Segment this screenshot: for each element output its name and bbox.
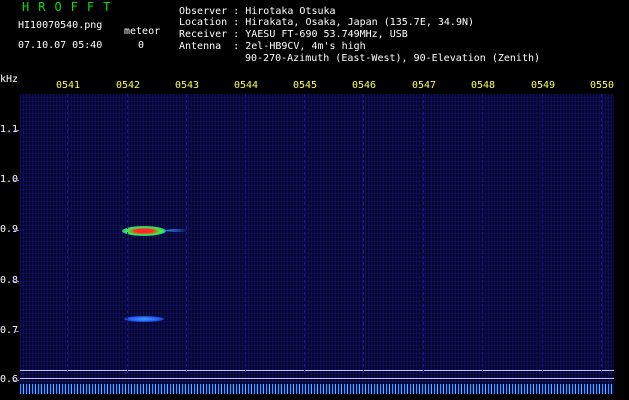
app-title: HROFFT (22, 0, 120, 14)
freq-tick-mark (14, 180, 19, 181)
location-label: Location : (179, 17, 246, 28)
time-tick: 0549 (531, 80, 556, 91)
freq-tick-mark (14, 380, 19, 381)
observer-value: Hirotaka Otsuka (245, 6, 336, 17)
time-tick: 0545 (293, 80, 318, 91)
time-gridline (67, 94, 68, 374)
observer-row: Observer : Hirotaka Otsuka (179, 6, 336, 17)
filename: HI10070540.png (18, 20, 103, 31)
time-tick: 0546 (352, 80, 377, 91)
receiver-row: Receiver : YAESU FT-690 53.749MHz, USB (179, 29, 408, 40)
time-tick: 0541 (56, 80, 81, 91)
location-value: Hirakata, Osaka, Japan (135.7E, 34.9N) (245, 17, 475, 28)
time-gridline (186, 94, 187, 374)
time-gridline (245, 94, 246, 374)
time-tick: 0547 (412, 80, 437, 91)
freq-tick-mark (14, 230, 19, 231)
datetime: 07.10.07 05:40 (18, 40, 103, 51)
reference-line (20, 378, 614, 379)
noise-band (20, 384, 614, 394)
time-gridline (304, 94, 305, 374)
time-tick: 0542 (116, 80, 141, 91)
meteor-echo-lower (124, 316, 164, 322)
meteor-count: 0 (138, 40, 145, 51)
receiver-label: Receiver : (179, 29, 246, 40)
receiver-value: YAESU FT-690 53.749MHz, USB (245, 29, 408, 40)
freq-tick-mark (14, 130, 19, 131)
freq-tick-mark (14, 281, 19, 282)
time-tick: 0550 (590, 80, 615, 91)
spectrogram-plot (20, 94, 614, 394)
time-gridline (363, 94, 364, 374)
antenna-value: 2el-HB9CV, 4m's high (245, 41, 366, 52)
meteor-echo-core (122, 226, 166, 236)
location-row: Location : Hirakata, Osaka, Japan (135.7… (179, 17, 474, 28)
time-gridline (542, 94, 543, 374)
antenna-label: Antenna : (179, 41, 246, 52)
freq-tick-mark (14, 331, 19, 332)
freq-unit-label: kHz (0, 74, 19, 85)
antenna-row: Antenna : 2el-HB9CV, 4m's high (179, 41, 366, 52)
time-gridline (127, 94, 128, 374)
observer-label: Observer : (179, 6, 246, 17)
antenna-direction: 90-270-Azimuth (East-West), 90-Elevation… (245, 53, 541, 64)
time-tick: 0543 (175, 80, 200, 91)
time-gridline (601, 94, 602, 374)
reference-line (20, 370, 614, 371)
time-gridline (482, 94, 483, 374)
meteor-label: meteor (124, 26, 161, 37)
time-tick: 0544 (234, 80, 259, 91)
time-gridline (423, 94, 424, 374)
time-tick: 0548 (471, 80, 496, 91)
